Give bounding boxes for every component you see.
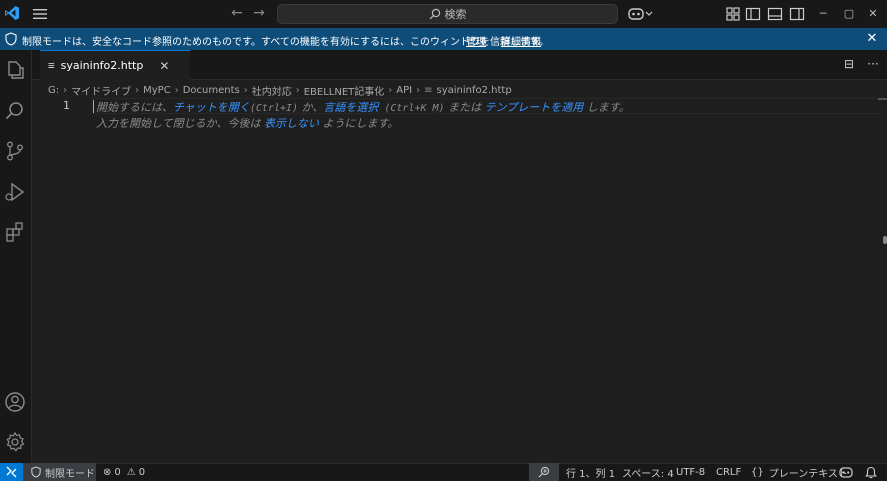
hint-text: ようにします。: [318, 117, 399, 130]
status-bar: 制限モード ⊗ 0 ⚠ 0 行 1、列 1 スペース: 4 UTF-8 CRLF…: [0, 463, 887, 481]
minimize-button[interactable]: ─: [813, 4, 833, 24]
banner-details-link[interactable]: 詳細情報: [501, 33, 541, 48]
end-of-line[interactable]: CRLF: [716, 464, 741, 481]
file-lines-icon: ≡: [424, 84, 433, 96]
file-lines-icon: ≡: [48, 59, 55, 72]
hint-text: または: [444, 101, 485, 114]
apply-template-link[interactable]: テンプレートを適用: [485, 101, 584, 114]
zoom-in-icon: [538, 466, 550, 478]
banner-close-icon[interactable]: ✕: [865, 31, 879, 47]
toggle-panel-icon[interactable]: [767, 6, 783, 22]
shield-icon: [31, 466, 41, 478]
title-bar: ← → 検索 ─ ▢ ✕: [0, 0, 887, 28]
error-count: 0: [114, 467, 121, 478]
hint-text: か、: [298, 101, 324, 114]
breadcrumb-item-internal[interactable]: 社内対応: [252, 83, 292, 98]
maximize-button[interactable]: ▢: [839, 4, 859, 24]
window-close-button[interactable]: ✕: [863, 4, 883, 24]
split-editor-icon[interactable]: ⊟: [841, 56, 857, 72]
text-cursor: [93, 100, 94, 113]
remote-indicator[interactable]: [0, 463, 23, 481]
tab-close-icon[interactable]: ✕: [159, 59, 169, 73]
chevron-right-icon: ›: [174, 84, 179, 96]
chevron-right-icon: ›: [295, 84, 300, 96]
chevron-right-icon: ›: [63, 84, 68, 96]
chevron-right-icon: ›: [135, 84, 140, 96]
warning-icon: ⚠: [126, 467, 136, 478]
zoom-indicator[interactable]: [529, 463, 559, 481]
chevron-right-icon: ›: [416, 84, 421, 96]
notifications-bell-icon[interactable]: [865, 466, 877, 479]
settings-gear-icon[interactable]: [4, 431, 26, 453]
problems-indicator[interactable]: ⊗ 0 ⚠ 0: [103, 464, 145, 481]
copilot-status-icon[interactable]: [839, 466, 853, 479]
vscode-logo-icon: [5, 6, 19, 20]
scrollbar-thumb[interactable]: [883, 236, 887, 244]
forward-arrow-icon[interactable]: →: [251, 5, 267, 21]
empty-editor-hint-line2: 入力を開始して閉じるか、今後は 表示しない ようにします。: [96, 115, 398, 131]
restricted-mode-label: 制限モード: [45, 468, 95, 480]
line-number: 1: [63, 99, 70, 112]
customize-layout-icon[interactable]: [725, 6, 741, 22]
breadcrumb: G: › マイドライブ › MyPC › Documents › 社内対応 › …: [48, 82, 512, 98]
account-icon[interactable]: [4, 391, 26, 413]
language-shortcut: (Ctrl+K M): [378, 103, 445, 114]
restricted-mode-indicator[interactable]: 制限モード: [23, 463, 96, 481]
banner-manage-link[interactable]: 管理: [466, 33, 486, 48]
breadcrumb-item-api[interactable]: API: [396, 85, 412, 96]
command-center-search[interactable]: 検索: [277, 4, 618, 24]
breadcrumb-item-drive[interactable]: G:: [48, 85, 59, 96]
run-and-debug-icon[interactable]: [4, 181, 26, 203]
source-control-icon[interactable]: [4, 140, 26, 162]
more-actions-icon[interactable]: ···: [865, 56, 881, 72]
language-label: プレーンテキスト: [768, 469, 848, 480]
copilot-icon[interactable]: [628, 6, 654, 22]
search-icon[interactable]: [4, 100, 26, 122]
hint-text: 開始するには、: [96, 101, 173, 114]
activity-bar: [0, 50, 32, 463]
toggle-secondary-sidebar-icon[interactable]: [789, 6, 805, 22]
overview-ruler-mark: [878, 98, 887, 100]
error-icon: ⊗: [103, 467, 112, 478]
tab-label: syaininfo2.http: [60, 59, 144, 72]
restricted-mode-banner: 制限モードは、安全なコード参照のためのものです。すべての機能を有効にするには、こ…: [0, 28, 887, 50]
encoding[interactable]: UTF-8: [676, 464, 705, 481]
shield-icon: [5, 32, 17, 46]
breadcrumb-item-ebellnet[interactable]: EBELLNET記事化: [304, 83, 385, 98]
braces-icon: {}: [751, 467, 764, 478]
toggle-primary-sidebar-icon[interactable]: [745, 6, 761, 22]
chat-shortcut: (Ctrl+I): [249, 103, 299, 114]
breadcrumb-item-mydrive[interactable]: マイドライブ: [71, 83, 131, 98]
dont-show-link[interactable]: 表示しない: [264, 117, 319, 130]
cursor-position[interactable]: 行 1、列 1: [566, 464, 615, 481]
chevron-right-icon: ›: [243, 84, 248, 96]
indentation[interactable]: スペース: 4: [622, 464, 674, 481]
language-mode[interactable]: {} プレーンテキスト: [751, 464, 848, 481]
empty-editor-hint-line1: 開始するには、チャットを開く(Ctrl+I) か、言語を選択 (Ctrl+K M…: [96, 99, 630, 115]
open-chat-link[interactable]: チャットを開く: [173, 101, 250, 114]
chevron-right-icon: ›: [388, 84, 393, 96]
breadcrumb-item-mypc[interactable]: MyPC: [143, 85, 171, 96]
hamburger-menu-icon[interactable]: [32, 6, 48, 22]
search-label: 検索: [444, 8, 467, 21]
warning-count: 0: [138, 467, 146, 478]
breadcrumb-item-documents[interactable]: Documents: [183, 85, 240, 96]
search-icon: [429, 8, 440, 20]
hint-text: 入力を開始して閉じるか、今後は: [96, 117, 264, 130]
editor-area[interactable]: 1 開始するには、チャットを開く(Ctrl+I) か、言語を選択 (Ctrl+K…: [32, 98, 887, 463]
hint-text: します。: [583, 101, 630, 114]
remote-icon: [6, 466, 17, 478]
extensions-icon[interactable]: [4, 221, 26, 243]
back-arrow-icon[interactable]: ←: [229, 5, 245, 21]
explorer-icon[interactable]: [4, 59, 26, 81]
editor-tab-bar: ≡ syaininfo2.http ✕ ⊟ ···: [32, 50, 887, 80]
select-language-link[interactable]: 言語を選択: [323, 101, 378, 114]
tab-syaininfo2-http[interactable]: ≡ syaininfo2.http ✕: [40, 50, 190, 80]
editor-actions: ⊟ ···: [841, 56, 881, 72]
breadcrumb-item-file[interactable]: syaininfo2.http: [436, 85, 511, 96]
